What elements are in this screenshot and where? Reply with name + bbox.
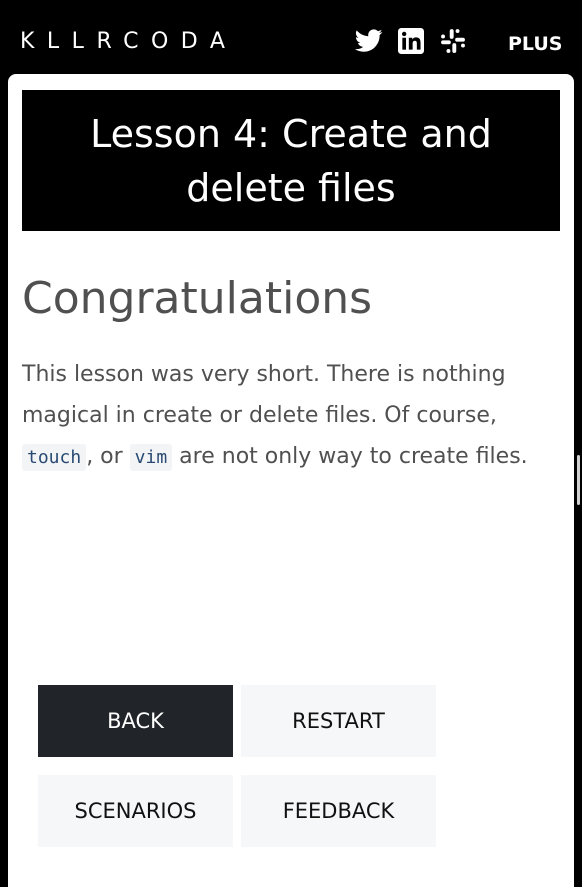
scrollbar-thumb[interactable]	[577, 455, 580, 505]
killercoda-logo[interactable]: KLLRCODA	[20, 28, 237, 56]
back-button[interactable]: BACK	[38, 685, 233, 757]
congratulations-heading: Congratulations	[22, 273, 373, 324]
restart-button[interactable]: RESTART	[241, 685, 436, 757]
code-vim: vim	[129, 444, 173, 471]
plus-link[interactable]: PLUS	[508, 30, 562, 58]
slack-icon[interactable]	[438, 26, 468, 56]
linkedin-icon[interactable]	[396, 26, 426, 56]
finish-text-part1: This lesson was very short. There is not…	[22, 362, 506, 428]
scenario-content-panel: Lesson 4: Create and delete files Congra…	[8, 74, 574, 887]
top-navigation-bar: KLLRCODA PLUS	[0, 0, 582, 78]
code-touch: touch	[22, 444, 87, 471]
scenarios-button[interactable]: SCENARIOS	[38, 775, 233, 847]
feedback-button[interactable]: FEEDBACK	[241, 775, 436, 847]
lesson-title: Lesson 4: Create and delete files	[90, 111, 492, 210]
finish-message: This lesson was very short. There is not…	[22, 354, 552, 478]
finish-text-part2: , or	[86, 444, 130, 469]
lesson-title-banner: Lesson 4: Create and delete files	[22, 90, 560, 231]
twitter-icon[interactable]	[354, 26, 384, 56]
finish-text-part3: are not only way to create files.	[172, 444, 528, 469]
